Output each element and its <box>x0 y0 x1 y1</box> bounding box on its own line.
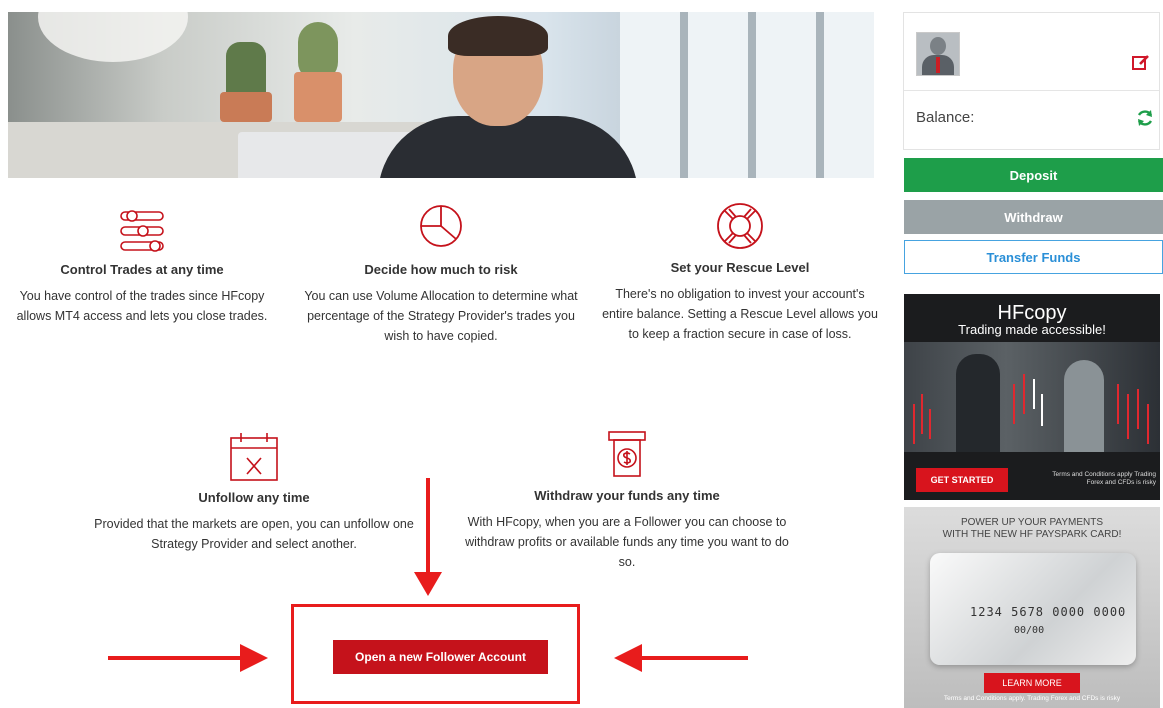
banner-title: POWER UP YOUR PAYMENTS WITH THE NEW HF P… <box>904 517 1160 541</box>
annotation-arrowhead-left <box>614 644 642 672</box>
hfcopy-banner[interactable]: HFcopy Trading made accessible! GET STAR… <box>904 294 1160 500</box>
banner-figure <box>956 354 1000 452</box>
open-follower-account-button[interactable]: Open a new Follower Account <box>333 640 548 674</box>
feature-title: Unfollow any time <box>198 490 310 505</box>
feature-text: There's no obligation to invest your acc… <box>602 287 878 341</box>
feature-title: Set your Rescue Level <box>670 260 810 275</box>
banner-figure <box>1064 360 1104 452</box>
hero-window <box>620 12 874 178</box>
card-number: 1234 5678 0000 0000 <box>970 605 1127 619</box>
feature-title: Decide how much to risk <box>364 262 518 277</box>
lifebuoy-icon <box>717 203 763 249</box>
sliders-icon <box>120 210 164 252</box>
feature-text: With HFcopy, when you are a Follower you… <box>465 515 789 569</box>
refresh-icon[interactable] <box>1136 109 1154 127</box>
banner-title-line: WITH THE NEW HF PAYSPARK CARD! <box>942 529 1122 540</box>
payspark-banner[interactable]: POWER UP YOUR PAYMENTS WITH THE NEW HF P… <box>904 507 1160 708</box>
feature-unfollow: Unfollow any time Provided that the mark… <box>80 430 428 554</box>
deposit-button[interactable]: Deposit <box>904 158 1163 192</box>
edit-icon[interactable] <box>1132 53 1150 71</box>
annotation-arrow-right <box>108 656 242 660</box>
hero-pot <box>220 92 272 122</box>
withdraw-button[interactable]: Withdraw <box>904 200 1163 234</box>
annotation-arrowhead-down <box>414 572 442 596</box>
candlestick-chart-graphic <box>913 374 1149 444</box>
hero-person-hair <box>448 16 548 56</box>
card-divider <box>904 90 1159 91</box>
calendar-x-icon <box>230 433 278 481</box>
hero-pot <box>294 72 342 122</box>
hero-lamp <box>38 12 188 62</box>
banner-subtitle: Trading made accessible! <box>958 322 1106 337</box>
atm-withdraw-icon <box>608 431 646 477</box>
avatar-head <box>930 37 946 55</box>
get-started-button[interactable]: GET STARTED <box>916 468 1008 492</box>
banner-terms: Terms and Conditions apply Trading Forex… <box>1052 471 1156 486</box>
transfer-funds-button[interactable]: Transfer Funds <box>904 240 1163 274</box>
learn-more-button[interactable]: LEARN MORE <box>984 673 1080 693</box>
banner-title-line: POWER UP YOUR PAYMENTS <box>960 517 1104 528</box>
avatar <box>916 32 960 76</box>
feature-text: Provided that the markets are open, you … <box>94 517 414 551</box>
hero-image <box>8 12 874 178</box>
feature-text: You have control of the trades since HFc… <box>16 289 268 323</box>
feature-withdraw-funds: Withdraw your funds any time With HFcopy… <box>456 430 798 572</box>
annotation-arrow-left <box>640 656 748 660</box>
annotation-arrow-down <box>426 478 430 576</box>
feature-risk: Decide how much to risk You can use Volu… <box>300 202 582 346</box>
pie-chart-icon <box>420 205 462 247</box>
account-card: Balance: <box>903 12 1160 150</box>
banner-terms: Terms and Conditions apply. Trading Fore… <box>943 695 1121 702</box>
balance-label: Balance: <box>916 109 975 126</box>
feature-title: Control Trades at any time <box>60 262 224 277</box>
feature-rescue-level: Set your Rescue Level There's no obligat… <box>598 200 882 344</box>
card-expiry: 00/00 <box>1014 625 1045 636</box>
annotation-arrowhead-right <box>240 644 268 672</box>
feature-title: Withdraw your funds any time <box>534 488 720 503</box>
feature-control-trades: Control Trades at any time You have cont… <box>10 208 274 326</box>
avatar-tie <box>936 57 940 73</box>
feature-text: You can use Volume Allocation to determi… <box>304 289 578 343</box>
payment-card-graphic: 1234 5678 0000 0000 00/00 <box>930 553 1136 665</box>
